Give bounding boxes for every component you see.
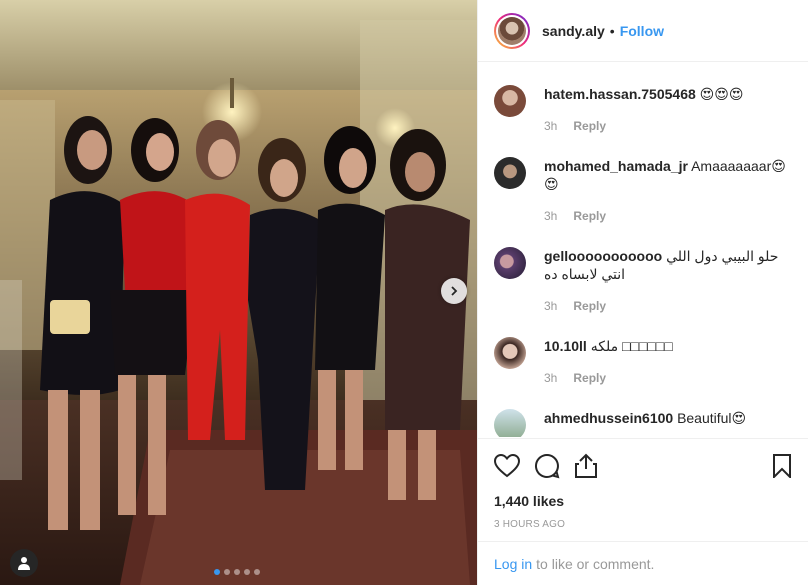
comment-avatar[interactable] <box>494 409 526 437</box>
comment-username[interactable]: ahmedhussein6100 <box>544 410 673 426</box>
comment-item: ahmedhussein6100 Beautiful😍 <box>494 409 792 437</box>
comment-body: 10.10ll ملكه □□□□□□ 3h Reply <box>544 337 790 387</box>
post-timestamp[interactable]: 3 HOURS AGO <box>494 519 792 530</box>
comment-icon <box>535 453 560 479</box>
carousel-dot <box>244 569 250 575</box>
user-tag-icon <box>18 557 30 570</box>
share-icon <box>575 453 597 478</box>
comment-body: mohamed_hamada_jr Amaaaaaaar😍 😍 3h Reply <box>544 157 790 225</box>
post-photo[interactable] <box>0 0 477 585</box>
comment-text: Beautiful😍 <box>677 410 747 426</box>
comment-item: hatem.hassan.7505468 😍😍😍 3h Reply <box>494 85 792 135</box>
comment-avatar[interactable] <box>494 85 526 117</box>
heart-icon <box>494 454 520 478</box>
comment-username[interactable]: hatem.hassan.7505468 <box>544 86 696 102</box>
comment-avatar[interactable] <box>494 247 526 279</box>
post-actions: 1,440 likes 3 HOURS AGO <box>478 438 808 530</box>
comment-item: 10.10ll ملكه □□□□□□ 3h Reply <box>494 337 792 387</box>
post-header: sandy.aly • Follow <box>478 0 808 62</box>
comment-username[interactable]: 10.10ll <box>544 338 587 354</box>
carousel-dot <box>254 569 260 575</box>
likes-count[interactable]: 1,440 likes <box>494 493 792 509</box>
header-separator: • <box>609 22 615 39</box>
comment-meta: 3h Reply <box>544 117 790 135</box>
comment-avatar[interactable] <box>494 157 526 189</box>
comment-item: gellooooooooooo حلو البيبي دول اللي انتي… <box>494 247 792 315</box>
post-username[interactable]: sandy.aly <box>542 23 605 39</box>
carousel-dot <box>224 569 230 575</box>
comment-time: 3h <box>544 119 558 133</box>
carousel-dot <box>214 569 220 575</box>
reply-button[interactable]: Reply <box>573 369 606 387</box>
login-link[interactable]: Log in <box>494 556 532 572</box>
comment-text: 😍😍😍 <box>699 86 744 102</box>
party-photo-image <box>0 0 477 585</box>
share-button[interactable] <box>574 453 598 479</box>
reply-button[interactable]: Reply <box>573 207 606 225</box>
avatar-inner <box>496 14 528 47</box>
comment-item: mohamed_hamada_jr Amaaaaaaar😍 😍 3h Reply <box>494 157 792 225</box>
carousel-indicator <box>214 569 260 575</box>
chevron-right-icon <box>451 286 458 296</box>
reply-button[interactable]: Reply <box>573 297 606 315</box>
action-icons <box>494 451 792 481</box>
carousel-next-button[interactable] <box>441 278 467 304</box>
bookmark-icon <box>773 454 791 478</box>
comment-body: gellooooooooooo حلو البيبي دول اللي انتي… <box>544 247 790 315</box>
login-prompt-text: to like or comment. <box>536 555 655 572</box>
comment-meta: 3h Reply <box>544 297 790 315</box>
comment-username[interactable]: gellooooooooooo <box>544 248 662 264</box>
comment-meta: 3h Reply <box>544 369 790 387</box>
comment-button[interactable] <box>534 453 560 479</box>
comment-body: ahmedhussein6100 Beautiful😍 <box>544 409 790 437</box>
instagram-post: sandy.aly • Follow hatem.hassan.7505468 … <box>0 0 808 585</box>
comment-meta: 3h Reply <box>544 207 790 225</box>
comment-time: 3h <box>544 299 558 313</box>
follow-button[interactable]: Follow <box>620 23 664 39</box>
comment-time: 3h <box>544 371 558 385</box>
login-prompt: Log in to like or comment. <box>478 541 808 585</box>
comments-list[interactable]: hatem.hassan.7505468 😍😍😍 3h Reply mohame… <box>478 63 808 437</box>
comment-username[interactable]: mohamed_hamada_jr <box>544 158 688 174</box>
user-tag-button[interactable] <box>10 549 38 577</box>
comment-text: ملكه □□□□□□ <box>590 338 673 354</box>
like-button[interactable] <box>494 454 520 478</box>
comment-time: 3h <box>544 209 558 223</box>
profile-avatar[interactable] <box>494 12 530 49</box>
comment-avatar[interactable] <box>494 337 526 369</box>
reply-button[interactable]: Reply <box>573 117 606 135</box>
post-side-panel: sandy.aly • Follow hatem.hassan.7505468 … <box>477 0 808 585</box>
save-button[interactable] <box>772 454 792 478</box>
avatar-image <box>498 16 526 45</box>
carousel-dot <box>234 569 240 575</box>
comment-body: hatem.hassan.7505468 😍😍😍 3h Reply <box>544 85 790 135</box>
